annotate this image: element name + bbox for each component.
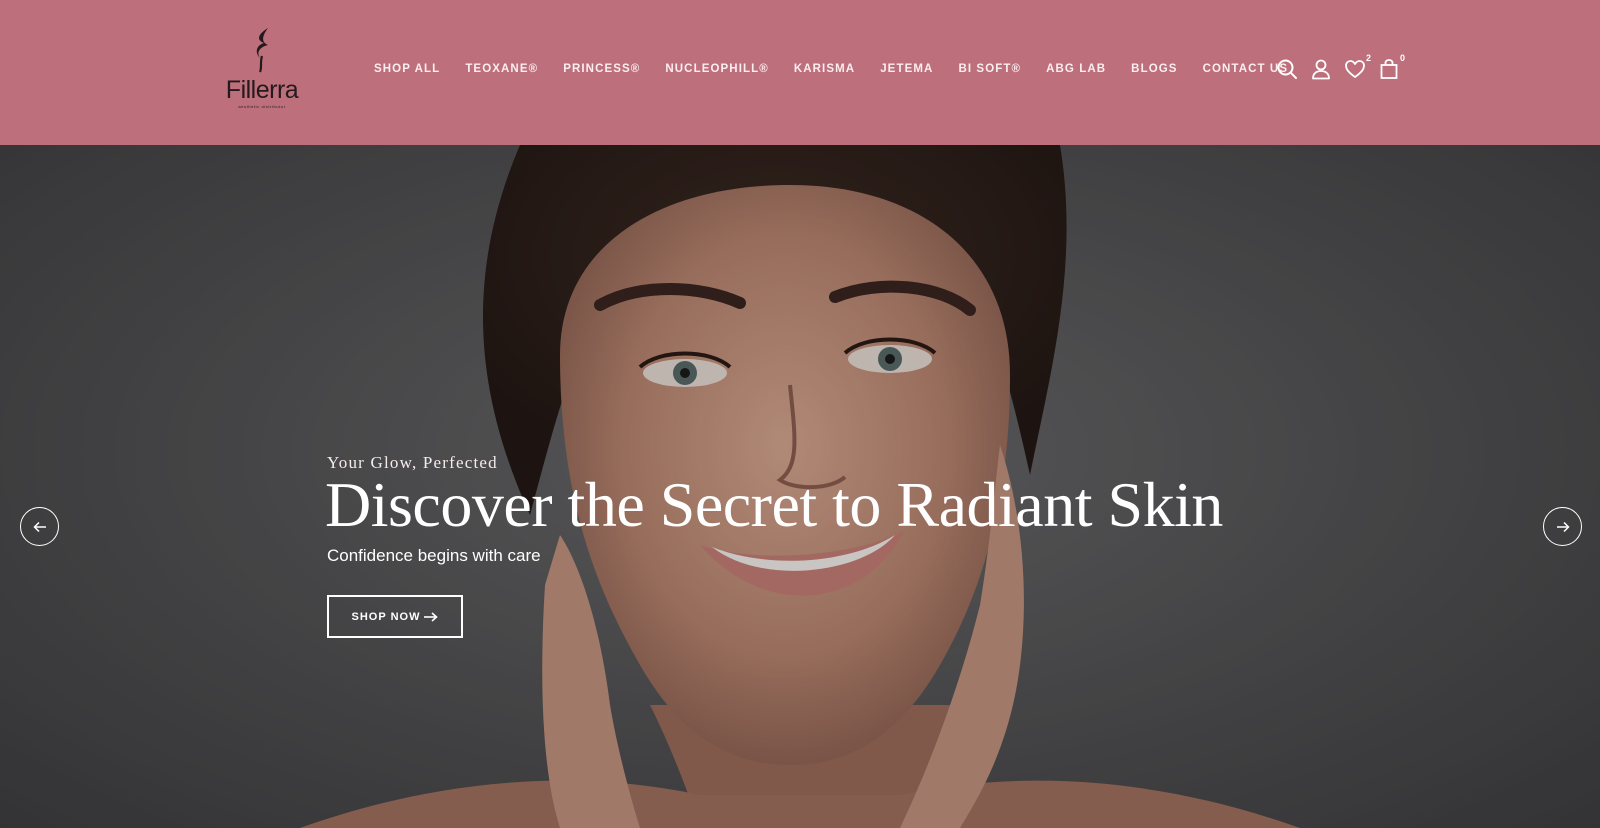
header-actions: 2 0 [1276,53,1405,82]
nav-item-teoxane[interactable]: TEOXANE® [465,62,538,76]
nav-item-nucleophill[interactable]: NUCLEOPHILL® [665,62,768,76]
slider-next-button[interactable] [1543,507,1582,546]
shop-now-button[interactable]: SHOP NOW [327,595,463,638]
shopping-bag-icon [1380,59,1398,79]
hero-subline: Confidence begins with care [327,546,541,565]
hero-headline: Discover the Secret to Radiant Skin [325,469,1223,540]
nav-item-princess[interactable]: PRINCESS® [563,62,640,76]
brand-tagline: aesthetic distributor [238,104,286,109]
nav-item-abg-lab[interactable]: ABG LAB [1046,62,1106,76]
cart-count: 0 [1399,53,1405,63]
nav-item-blogs[interactable]: BLOGS [1131,62,1177,76]
brand-logo[interactable]: Fillerra aesthetic distributor [222,26,302,114]
wishlist-count: 2 [1365,53,1371,63]
nav-item-karisma[interactable]: KARISMA [794,62,855,76]
arrow-right-icon [1556,521,1570,532]
arrow-left-icon [32,521,46,532]
site-header: Fillerra aesthetic distributor SHOP ALL … [0,0,1600,145]
nav-item-bi-soft[interactable]: BI SOFT® [958,62,1021,76]
search-icon[interactable] [1276,58,1298,80]
user-icon[interactable] [1310,58,1332,80]
brand-name: Fillerra [225,76,299,104]
main-nav: SHOP ALL TEOXANE® PRINCESS® NUCLEOPHILL®… [374,62,1288,76]
nav-item-shop-all[interactable]: SHOP ALL [374,62,440,76]
logo-flame-icon [256,28,268,73]
nav-item-jetema[interactable]: JETEMA [880,62,933,76]
wishlist-button[interactable]: 2 [1344,53,1371,80]
cart-button[interactable]: 0 [1378,53,1405,80]
arrow-right-icon [424,611,439,622]
heart-icon [1345,60,1365,78]
hero-slider: Your Glow, Perfected Discover the Secret… [0,145,1600,828]
shop-now-label: SHOP NOW [351,610,421,623]
slider-prev-button[interactable] [20,507,59,546]
